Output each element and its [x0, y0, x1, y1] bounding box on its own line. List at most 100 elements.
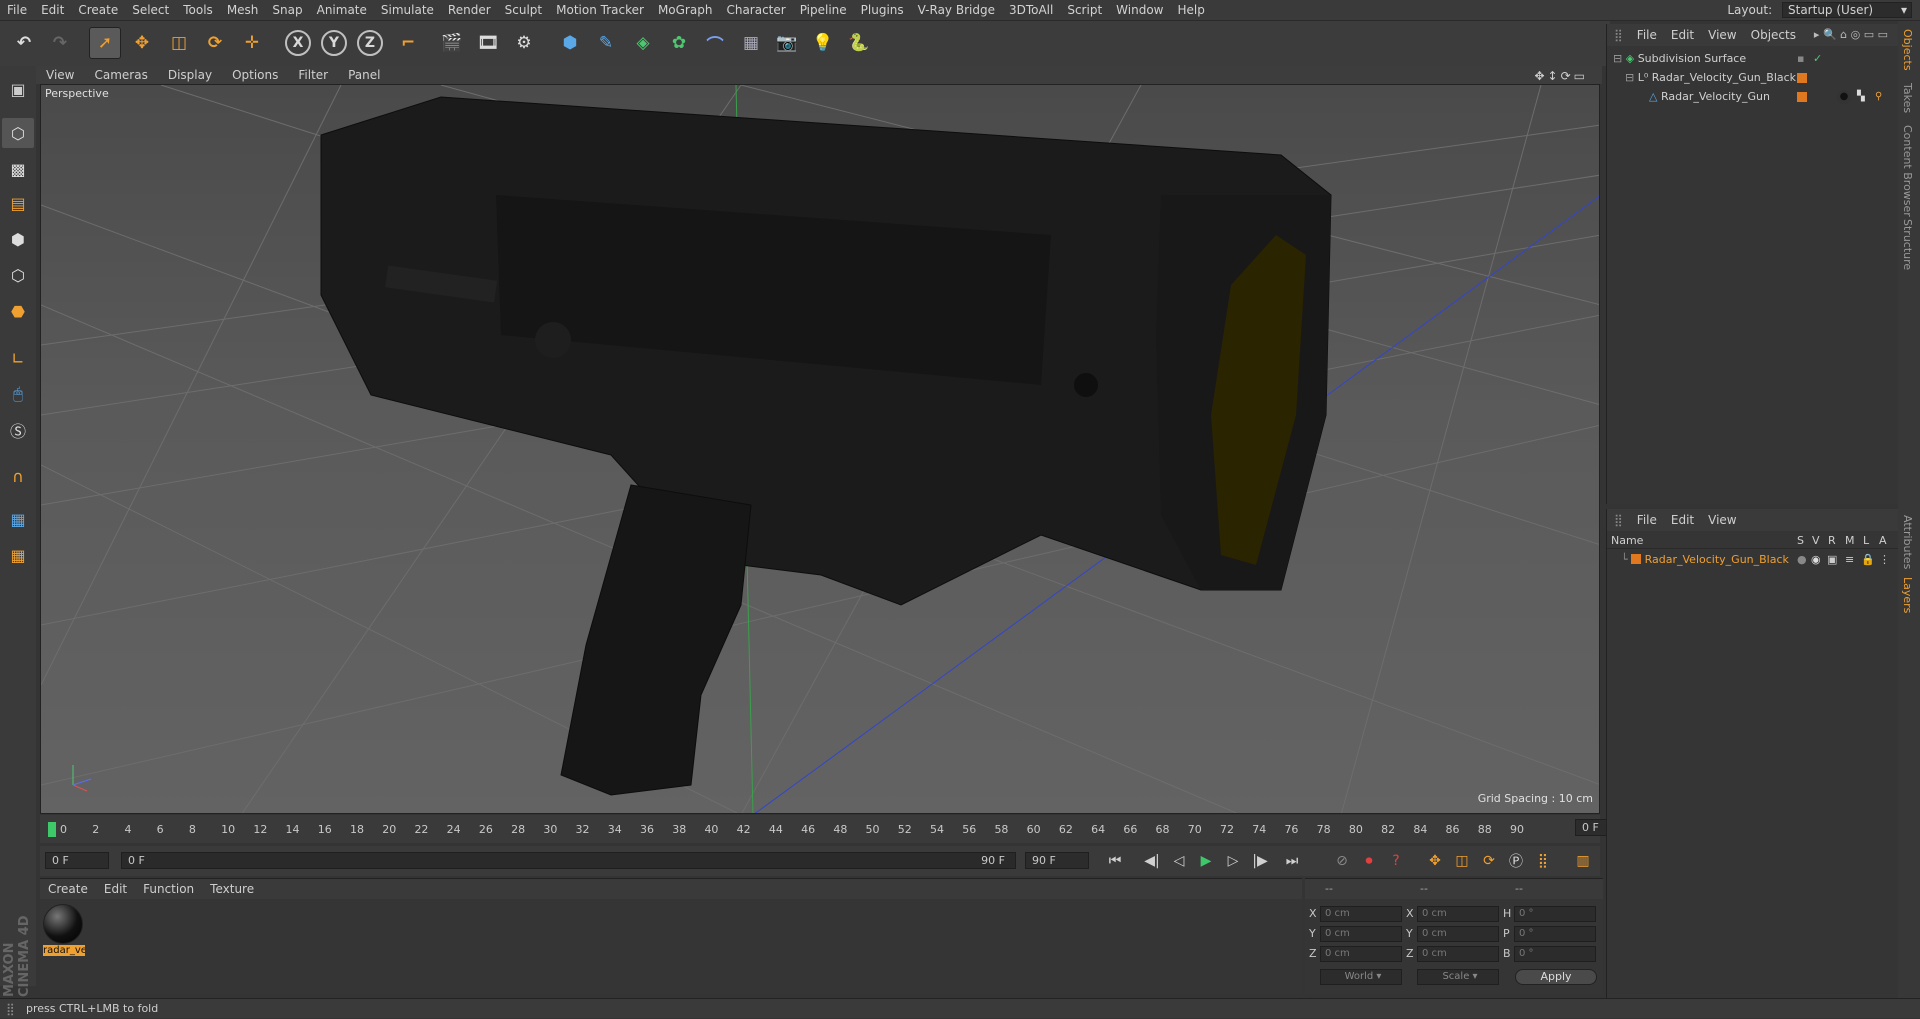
pos-z-field[interactable]: 0 cm — [1320, 946, 1402, 962]
axis-x-button[interactable]: X — [285, 30, 311, 56]
playhead[interactable] — [48, 822, 56, 837]
axis-z-button[interactable]: Z — [357, 30, 383, 56]
menu-help[interactable]: Help — [1170, 0, 1211, 21]
object-menu-edit[interactable]: Edit — [1664, 24, 1701, 46]
viewport-menu-display[interactable]: Display — [158, 66, 222, 84]
scale-icon[interactable]: ◫ — [163, 27, 195, 59]
menu-pipeline[interactable]: Pipeline — [793, 0, 854, 21]
tab-objects[interactable]: Objects — [1901, 29, 1914, 71]
menu-window[interactable]: Window — [1109, 0, 1170, 21]
menu-create[interactable]: Create — [71, 0, 125, 21]
viewport-menu-cameras[interactable]: Cameras — [84, 66, 157, 84]
manager-toggle-icon[interactable]: ≡ — [1845, 551, 1854, 569]
timeline-window-icon[interactable]: ▥ — [1571, 849, 1595, 873]
rot-p-field[interactable]: 0 ° — [1514, 926, 1596, 942]
menu-edit[interactable]: Edit — [34, 0, 71, 21]
coordinate-system-icon[interactable]: ⌐ — [392, 27, 424, 59]
tweak-mode-icon[interactable]: 🖱 — [2, 379, 34, 409]
lock-workplane-icon[interactable]: ▦ — [2, 504, 34, 534]
rot-h-field[interactable]: 0 ° — [1514, 906, 1596, 922]
transform-icon[interactable]: ✛ — [236, 27, 268, 59]
subdivision-icon[interactable]: ◈ — [627, 27, 659, 59]
material-tag-icon[interactable]: ● — [1837, 90, 1851, 104]
model-mode-icon[interactable]: ⬡ — [2, 118, 34, 148]
pos-x-field[interactable]: 0 cm — [1320, 906, 1402, 922]
object-menu-view[interactable]: View — [1701, 24, 1743, 46]
key-rotation-icon[interactable]: ⟳ — [1477, 849, 1501, 873]
key-help-icon[interactable]: ? — [1384, 849, 1408, 873]
rot-b-field[interactable]: 0 ° — [1514, 946, 1596, 962]
collapse-icon[interactable]: ⊟ — [1625, 71, 1634, 84]
object-row[interactable]: △ Radar_Velocity_Gun ● ▚ ⚲ — [1607, 88, 1899, 106]
snap-icon[interactable]: Ⓢ — [2, 415, 34, 445]
layer-color-swatch[interactable] — [1631, 554, 1642, 564]
end-frame-field[interactable]: 90 F — [1025, 852, 1089, 869]
menu-render[interactable]: Render — [441, 0, 498, 21]
cloner-icon[interactable]: ✿ — [663, 27, 695, 59]
layer-menu-edit[interactable]: Edit — [1664, 509, 1701, 531]
layer-color-swatch[interactable] — [1797, 92, 1807, 102]
viewport-menu-view[interactable]: View — [36, 66, 84, 84]
lock-icon[interactable]: 🔒 — [1861, 551, 1875, 569]
tab-structure[interactable]: Structure — [1901, 219, 1914, 270]
key-scale-icon[interactable]: ◫ — [1450, 849, 1474, 873]
next-key-icon[interactable]: |▶ — [1248, 849, 1272, 873]
tab-attributes[interactable]: Attributes — [1901, 515, 1914, 569]
material-menu-edit[interactable]: Edit — [96, 879, 135, 899]
viewport-nav-icons[interactable]: ✥↕⟳▭ — [1524, 67, 1598, 85]
material-swatch[interactable]: radar_ve — [43, 904, 85, 960]
object-menu-file[interactable]: File — [1630, 24, 1664, 46]
viewport-perspective[interactable]: Perspective Grid Spacing : 10 cm — [40, 84, 1600, 814]
autokey-icon[interactable]: ⏺ — [1357, 849, 1381, 873]
material-menu-function[interactable]: Function — [135, 879, 202, 899]
viewport-menu-panel[interactable]: Panel — [338, 66, 390, 84]
menu-simulate[interactable]: Simulate — [374, 0, 441, 21]
apply-button[interactable]: Apply — [1515, 969, 1597, 985]
menu-3dtoall[interactable]: 3DToAll — [1002, 0, 1060, 21]
move-icon[interactable]: ✥ — [126, 27, 158, 59]
menu-plugins[interactable]: Plugins — [854, 0, 911, 21]
menu-character[interactable]: Character — [719, 0, 792, 21]
material-menu-create[interactable]: Create — [40, 879, 96, 899]
record-keys-icon[interactable]: ⊘ — [1330, 849, 1354, 873]
viewport-menu-filter[interactable]: Filter — [288, 66, 338, 84]
animation-toggle-icon[interactable]: ⋮ — [1879, 551, 1890, 569]
size-y-field[interactable]: 0 cm — [1417, 926, 1499, 942]
polygons-mode-icon[interactable]: ⬣ — [2, 296, 34, 326]
points-mode-icon[interactable]: ⬢ — [2, 224, 34, 254]
make-editable-icon[interactable]: ▣ — [2, 74, 34, 104]
tab-takes[interactable]: Takes — [1901, 83, 1914, 113]
axis-mode-icon[interactable]: ∟ — [2, 343, 34, 373]
redo-icon[interactable]: ↷ — [44, 27, 76, 59]
menu-vray-bridge[interactable]: V-Ray Bridge — [911, 0, 1002, 21]
menu-mesh[interactable]: Mesh — [220, 0, 266, 21]
layer-menu-file[interactable]: File — [1630, 509, 1664, 531]
layer-menu-view[interactable]: View — [1701, 509, 1743, 531]
collapse-icon[interactable]: ⊟ — [1613, 52, 1622, 65]
timeline-ruler[interactable]: 0 2 4 6 8 10 12 14 16 18 20 22 24 26 28 30 32 34 36 38 40 42 4… — [40, 815, 1639, 843]
layout-select[interactable]: Startup (User) ▾ — [1782, 2, 1912, 18]
object-row[interactable]: ⊟ ◈ Subdivision Surface ▪ ✓ — [1607, 50, 1899, 68]
object-row[interactable]: ⊟ L⁰ Radar_Velocity_Gun_Black — [1607, 69, 1899, 87]
light-icon[interactable]: 💡 — [807, 27, 839, 59]
deformer-icon[interactable]: ⌒ — [699, 27, 731, 59]
pos-y-field[interactable]: 0 cm — [1320, 926, 1402, 942]
size-z-field[interactable]: 0 cm — [1417, 946, 1499, 962]
layer-color-swatch[interactable] — [1797, 73, 1807, 83]
menu-file[interactable]: File — [0, 0, 34, 21]
render-toggle-icon[interactable]: ▣ — [1827, 551, 1837, 569]
visibility-eye-icon[interactable]: ◉ — [1811, 551, 1821, 569]
undo-icon[interactable]: ↶ — [8, 27, 40, 59]
size-x-field[interactable]: 0 cm — [1417, 906, 1499, 922]
start-frame-field[interactable]: 0 F — [45, 852, 109, 869]
previous-frame-icon[interactable]: ◁ — [1167, 849, 1191, 873]
select-arrow-icon[interactable]: ➚ — [89, 27, 121, 59]
go-to-start-icon[interactable]: ⏮ — [1103, 849, 1127, 873]
render-picture-viewer-icon[interactable]: 🎞 — [472, 27, 504, 59]
viewport-menu-options[interactable]: Options — [222, 66, 288, 84]
coord-mode-scale-select[interactable]: Scale ▾ — [1417, 969, 1499, 985]
solo-toggle-icon[interactable]: ● — [1797, 551, 1807, 569]
rotate-icon[interactable]: ⟳ — [199, 27, 231, 59]
menu-tools[interactable]: Tools — [176, 0, 220, 21]
object-manager-toolbar-icons[interactable]: ▸ 🔍 ⌂ ◎ ▭ ▭ — [1807, 24, 1895, 46]
